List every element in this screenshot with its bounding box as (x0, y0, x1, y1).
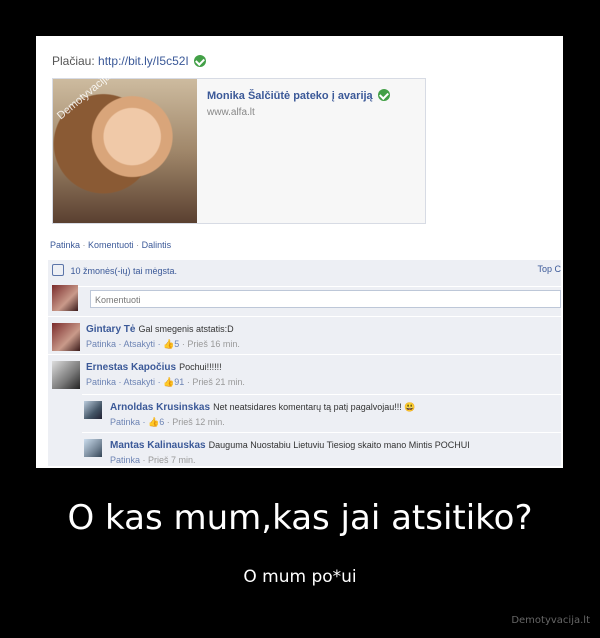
avatar (84, 439, 102, 457)
comment-input[interactable]: Komentuoti (90, 290, 561, 308)
avatar (84, 401, 102, 419)
comment-author[interactable]: Gintary Tė (86, 324, 135, 335)
avatar (52, 285, 78, 311)
comment-reply-link[interactable]: Atsakyti (124, 377, 156, 387)
reply-author[interactable]: Arnoldas Krusinskas (110, 402, 210, 413)
reply-meta: Patinka · Prieš 7 min. (110, 455, 196, 465)
reply-like-count[interactable]: 6 (159, 417, 164, 427)
preview-title[interactable]: Monika Šalčiūtė pateko į avariją (207, 89, 390, 102)
comment-action[interactable]: Komentuoti (88, 240, 134, 250)
top-comments-link[interactable]: Top C (537, 264, 561, 274)
comment-author[interactable]: Ernestas Kapočius (86, 362, 176, 373)
verified-check-icon (194, 55, 207, 67)
thumbs-up-icon: 👍 (148, 417, 160, 427)
thumbs-up-icon: 👍 (163, 339, 175, 349)
likes-count[interactable]: 10 žmonės(-ių) tai mėgsta. (71, 266, 178, 276)
comment-text: Pochui!!!!!! (179, 362, 222, 372)
poster-subcaption: O mum po*ui (243, 567, 357, 587)
reply-text: Net neatsidares komentarų tą patį pagalv… (213, 402, 416, 412)
comment-reply-link[interactable]: Atsakyti (124, 339, 156, 349)
reply-like-link[interactable]: Patinka (110, 455, 140, 465)
preview-domain: www.alfa.lt (207, 107, 255, 118)
comment-like-count[interactable]: 91 (174, 377, 184, 387)
comment-like-link[interactable]: Patinka (86, 377, 116, 387)
comment-like-link[interactable]: Patinka (86, 339, 116, 349)
comment-like-count[interactable]: 5 (174, 339, 179, 349)
likes-row: 10 žmonės(-ių) tai mėgsta. Top C (52, 264, 561, 280)
verified-check-icon (377, 89, 390, 101)
comment-time: Prieš 16 min. (187, 339, 240, 349)
avatar (52, 361, 80, 389)
thumbs-up-icon: 👍 (163, 377, 175, 387)
comment-item: Ernestas Kapočius Pochui!!!!!! Patinka ·… (48, 354, 561, 391)
reply-item: Arnoldas Krusinskas Net neatsidares kome… (82, 394, 561, 429)
comment-item: Gintary Tė Gal smegenis atstatis:D Patin… (48, 316, 561, 353)
link-preview[interactable]: Demotyvacija.lt Monika Šalčiūtė pateko į… (52, 65, 426, 224)
reply-author[interactable]: Mantas Kalinauskas (110, 440, 206, 451)
preview-photo: Demotyvacija.lt (53, 65, 197, 223)
feedback-box: 10 žmonės(-ių) tai mėgsta. Top C Komentu… (48, 260, 561, 466)
reply-item: Mantas Kalinauskas Dauguma Nuostabiu Lie… (82, 432, 561, 466)
reply-like-link[interactable]: Patinka (110, 417, 140, 427)
site-watermark: Demotyvacija.lt (511, 615, 590, 626)
comment-time: Prieš 21 min. (192, 377, 245, 387)
share-action[interactable]: Dalintis (142, 240, 172, 250)
like-action[interactable]: Patinka (50, 240, 80, 250)
comment-text: Gal smegenis atstatis:D (138, 324, 234, 334)
post-actions: Patinka · Komentuoti · Dalintis (50, 240, 172, 250)
comment-meta: Patinka · Atsakyti · 👍91 · Prieš 21 min. (86, 377, 245, 387)
avatar (52, 323, 80, 351)
comment-composer: Komentuoti (52, 285, 561, 311)
thumbs-up-icon (52, 264, 64, 276)
reply-time: Prieš 7 min. (148, 455, 196, 465)
source-line: Plačiau: http://bit.ly/I5c52I (52, 54, 207, 68)
comment-meta: Patinka · Atsakyti · 👍5 · Prieš 16 min. (86, 339, 240, 349)
reply-meta: Patinka · 👍6 · Prieš 12 min. (110, 417, 225, 427)
facebook-screenshot: Plačiau: http://bit.ly/I5c52I Demotyvaci… (38, 38, 561, 466)
reply-time: Prieš 12 min. (172, 417, 225, 427)
reply-text: Dauguma Nuostabiu Lietuviu Tiesiog skait… (208, 440, 470, 450)
poster-caption: O kas mum,kas jai atsitiko? (67, 498, 533, 538)
source-label: Plačiau: (52, 54, 95, 68)
